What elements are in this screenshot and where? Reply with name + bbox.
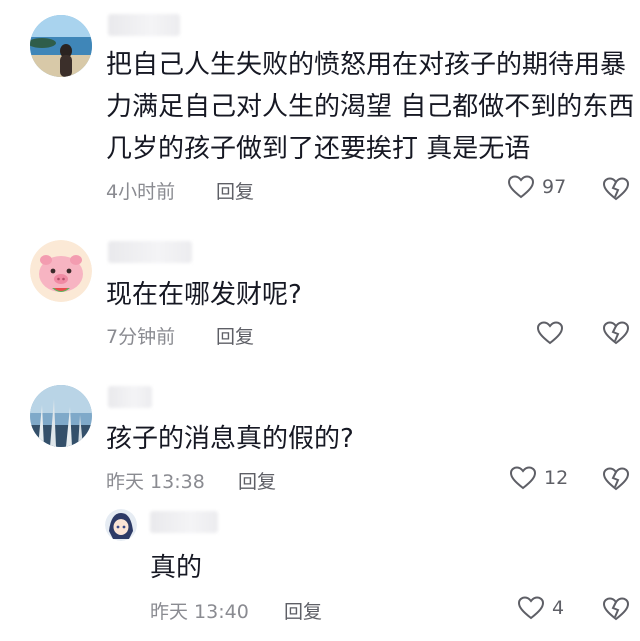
comment-time: 7分钟前 — [106, 326, 176, 348]
dislike-button[interactable] — [603, 597, 629, 621]
pig-avatar-icon — [30, 240, 92, 302]
reply-text: 真的 — [150, 553, 203, 583]
comment-time: 4小时前 — [106, 181, 176, 203]
comment-item: 把自己人生失败的愤怒用在对孩子的期待用暴 力满足自己对人生的渴望 自己都做不到的… — [0, 0, 640, 210]
comment-text: 现在在哪发财呢? — [106, 280, 302, 310]
reply-button[interactable]: 回复 — [284, 597, 322, 624]
blurred-username[interactable] — [150, 511, 218, 533]
heart-icon — [508, 175, 534, 199]
user-avatar[interactable] — [30, 240, 92, 302]
beach-photo-avatar-icon — [30, 15, 92, 77]
broken-heart-icon — [603, 597, 629, 621]
like-count: 12 — [544, 467, 569, 489]
like-count: 97 — [542, 176, 567, 198]
blurred-username[interactable] — [108, 386, 152, 408]
like-button[interactable] — [537, 321, 563, 345]
like-button[interactable]: 12 — [510, 466, 568, 490]
dislike-button[interactable] — [603, 177, 629, 201]
heart-icon — [510, 466, 536, 490]
broken-heart-icon — [603, 321, 629, 345]
user-avatar[interactable] — [30, 15, 92, 77]
user-avatar[interactable] — [105, 509, 137, 541]
reply-item: 真的 昨天 13:40 回复 4 — [0, 505, 640, 641]
broken-heart-icon — [603, 177, 629, 201]
reply-time: 昨天 13:40 — [150, 601, 249, 623]
comment-item: 现在在哪发财呢? 7分钟前 回复 — [0, 235, 640, 355]
like-button[interactable]: 97 — [508, 175, 566, 199]
reply-button[interactable]: 回复 — [216, 322, 254, 349]
user-avatar[interactable] — [30, 385, 92, 447]
comment-text: 把自己人生失败的愤怒用在对孩子的期待用暴 力满足自己对人生的渴望 自己都做不到的… — [106, 50, 635, 164]
reply-button[interactable]: 回复 — [238, 467, 276, 494]
dislike-button[interactable] — [603, 467, 629, 491]
blurred-username[interactable] — [108, 241, 192, 263]
comment-time: 昨天 13:38 — [106, 471, 205, 493]
like-button[interactable]: 4 — [518, 596, 564, 620]
like-count: 4 — [552, 597, 565, 619]
heart-icon — [518, 596, 544, 620]
broken-heart-icon — [603, 467, 629, 491]
reply-button[interactable]: 回复 — [216, 177, 254, 204]
comment-text: 孩子的消息真的假的? — [106, 424, 354, 454]
comment-item: 孩子的消息真的假的? 昨天 13:38 回复 12 — [0, 382, 640, 502]
blurred-username[interactable] — [108, 14, 180, 36]
reed-photo-avatar-icon — [30, 385, 92, 447]
dislike-button[interactable] — [603, 321, 629, 345]
anime-avatar-icon — [105, 509, 137, 541]
heart-icon — [537, 321, 563, 345]
